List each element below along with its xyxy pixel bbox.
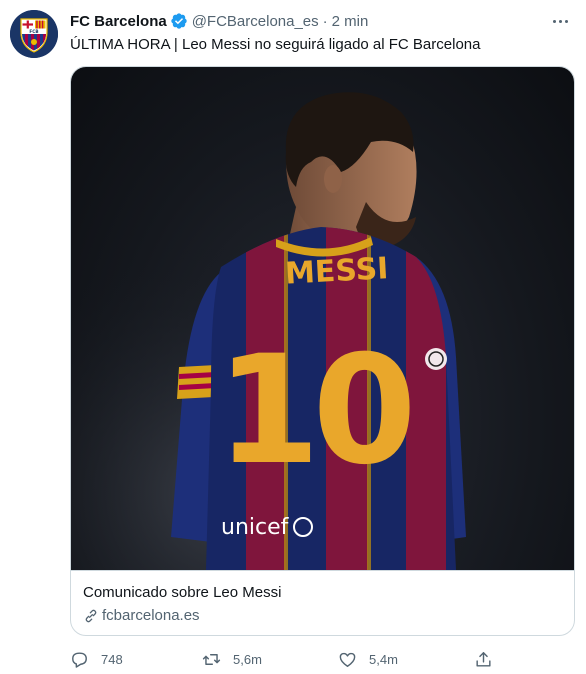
- share-icon: [476, 651, 491, 667]
- verified-badge-icon: [171, 13, 187, 29]
- link-card[interactable]: MESSI 10 unicef Comunicado sobre Leo Mes…: [70, 66, 575, 636]
- retweet-icon: [202, 653, 221, 665]
- card-domain: fcbarcelona.es: [83, 606, 562, 626]
- sponsor-logo: unicef: [221, 515, 290, 540]
- card-domain-text: fcbarcelona.es: [102, 607, 200, 624]
- tweet-header: FC Barcelona @FCBarcelona_es · 2 min: [70, 11, 546, 31]
- tweet[interactable]: FCB FC Barcelona @FCBarcelona_es · 2 min…: [0, 0, 586, 674]
- avatar[interactable]: FCB: [10, 10, 58, 58]
- shirt-number: 10: [216, 324, 410, 498]
- tweet-text: ÚLTIMA HORA | Leo Messi no seguirá ligad…: [70, 36, 481, 53]
- link-icon: [85, 609, 97, 623]
- action-bar: 748 5,6m 5,4m: [70, 648, 500, 672]
- more-options-icon[interactable]: [548, 12, 572, 30]
- fc-barcelona-crest-icon: FCB: [10, 10, 58, 58]
- like-button[interactable]: 5,4m: [338, 648, 398, 670]
- share-button[interactable]: [474, 648, 493, 670]
- reply-icon: [72, 651, 87, 668]
- like-count: 5,4m: [369, 651, 398, 667]
- card-image[interactable]: MESSI 10 unicef: [71, 67, 574, 570]
- display-name[interactable]: FC Barcelona: [70, 13, 167, 30]
- timestamp[interactable]: 2 min: [332, 13, 369, 30]
- card-footer[interactable]: Comunicado sobre Leo Messi fcbarcelona.e…: [71, 570, 574, 635]
- shirt-name: MESSI: [284, 251, 389, 291]
- reply-button[interactable]: 748: [70, 648, 123, 670]
- messi-back-photo: MESSI 10 unicef: [71, 67, 574, 570]
- separator-dot: ·: [322, 12, 328, 30]
- card-title: Comunicado sobre Leo Messi: [83, 584, 282, 601]
- crest-letters: FCB: [29, 29, 38, 34]
- reply-count: 748: [101, 651, 123, 667]
- heart-icon: [339, 652, 356, 667]
- handle[interactable]: @FCBarcelona_es: [192, 13, 319, 30]
- retweet-button[interactable]: 5,6m: [202, 648, 262, 670]
- retweet-count: 5,6m: [233, 651, 262, 667]
